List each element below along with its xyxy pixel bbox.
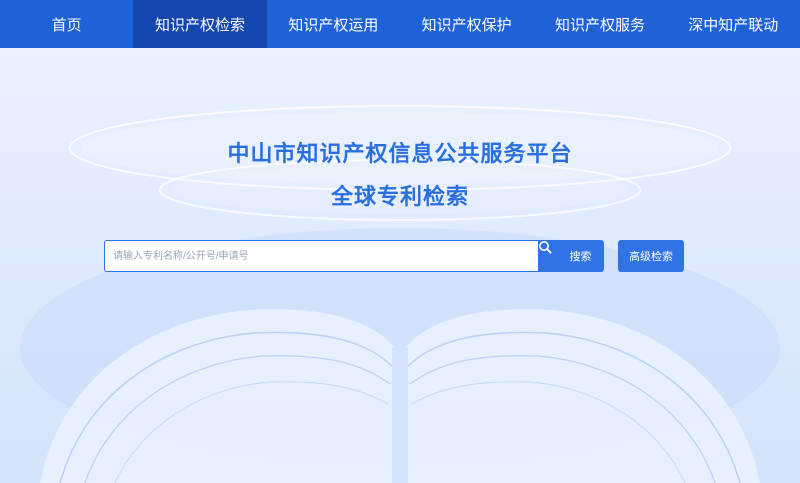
nav-item-ip-application[interactable]: 知识产权运用: [267, 0, 400, 48]
nav-item-ip-protection[interactable]: 知识产权保护: [400, 0, 533, 48]
page-title: 中山市知识产权信息公共服务平台: [227, 142, 573, 167]
nav-item-shenzhong-linkage[interactable]: 深中知产联动: [667, 0, 800, 48]
nav-item-ip-services[interactable]: 知识产权服务: [533, 0, 666, 48]
page-subtitle: 全球专利检索: [330, 185, 469, 210]
hero-section: 中山市知识产权信息公共服务平台 全球专利检索 搜索 高级检索: [0, 48, 800, 483]
top-nav: 首页 知识产权检索 知识产权运用 知识产权保护 知识产权服务 深中知产联动: [0, 0, 800, 48]
search-input[interactable]: [104, 240, 538, 272]
search-button-label: 搜索: [569, 251, 592, 263]
search-icon: [539, 241, 565, 263]
nav-item-ip-search[interactable]: 知识产权检索: [133, 0, 267, 48]
nav-item-home[interactable]: 首页: [0, 0, 133, 48]
advanced-search-button[interactable]: 高级检索: [618, 240, 684, 272]
search-button[interactable]: 搜索: [538, 240, 604, 272]
